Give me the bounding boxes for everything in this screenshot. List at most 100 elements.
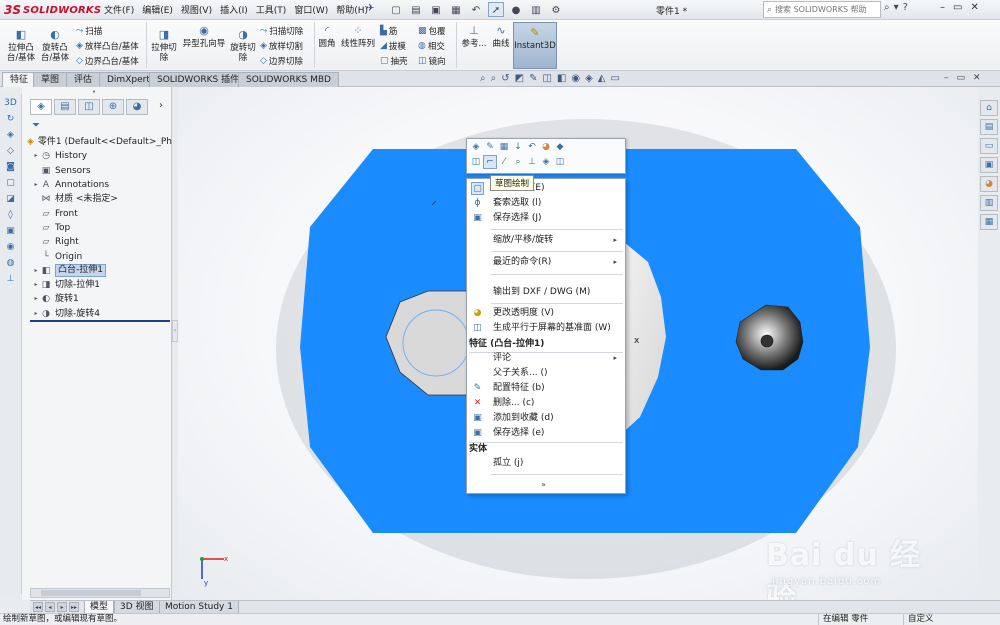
tree-item-boss-extrude1[interactable]: ▸ ◧ 凸台-拉伸1 — [26, 264, 172, 278]
menu-item-transparency[interactable]: ◕ 更改透明度 (V) — [467, 306, 625, 321]
tree-item-material[interactable]: ⋈ 材质 <未指定> — [26, 192, 172, 206]
tab-addins[interactable]: SOLIDWORKS 插件 — [149, 72, 248, 87]
isometric-icon[interactable]: ◫ — [554, 156, 566, 168]
section-icon[interactable]: ◪ — [4, 194, 18, 206]
camera-icon[interactable]: ◙ — [4, 162, 18, 174]
apply-scene-icon[interactable]: ◭ — [598, 73, 606, 84]
intersect-button[interactable]: ◍ 相交 — [418, 40, 445, 52]
panel-grip[interactable]: • — [92, 88, 96, 96]
tree-item-sensors[interactable]: ▣ Sensors — [26, 164, 172, 178]
reference-icon[interactable]: ⊥ — [4, 274, 18, 286]
expand-icon[interactable]: ▸ — [32, 149, 40, 163]
light-icon[interactable]: ◇ — [4, 146, 18, 158]
file-explorer-icon[interactable]: ▭ — [980, 138, 998, 154]
boundary-cut-button[interactable]: ◇ 边界切除 — [260, 55, 303, 67]
measure-icon[interactable]: ◊ — [4, 210, 18, 222]
cube-icon[interactable]: ◈ — [4, 130, 18, 142]
mass-icon[interactable]: ▣ — [4, 226, 18, 238]
menu-item-configure-feature[interactable]: ✎ 配置特征 (b) — [467, 381, 625, 396]
configuration-manager-tab-icon[interactable]: ◫ — [78, 99, 100, 115]
rollback-icon[interactable]: ↓ — [512, 141, 524, 153]
hide-icon[interactable]: ⁄ — [498, 156, 510, 168]
rollback-bar[interactable] — [30, 320, 170, 322]
property-manager-tab-icon[interactable]: ▤ — [54, 99, 76, 115]
rib-button[interactable]: ▙ 筋 — [380, 25, 397, 37]
dropdown-arrow-icon[interactable]: ▾ — [894, 2, 899, 13]
help-question-icon[interactable]: ? — [903, 2, 908, 13]
undo-icon[interactable]: ↶ — [468, 2, 484, 17]
previous-view-icon[interactable]: ↺ — [501, 73, 509, 84]
new-document-icon[interactable]: ▢ — [388, 2, 404, 17]
expand-icon[interactable]: ▸ — [32, 292, 40, 306]
file-properties-icon[interactable]: ▥ — [528, 2, 544, 17]
sweep-button[interactable]: ⤳ 扫描 — [76, 25, 102, 37]
expand-icon[interactable]: ▸ — [32, 178, 40, 192]
tree-item-history[interactable]: ▸ ◷ History — [26, 149, 172, 163]
curves-button[interactable]: ∿ 曲线 — [490, 24, 512, 49]
scroll-thumb[interactable] — [41, 590, 141, 596]
minimize-icon[interactable]: – — [940, 2, 945, 13]
hide-show-icon[interactable]: ◉ — [571, 73, 580, 84]
menu-item-parent-child[interactable]: 父子关系... () — [467, 366, 625, 381]
menu-item-zoom-pan-rotate[interactable]: 缩放/平移/旋转 ▸ — [467, 233, 625, 248]
menu-item-save-selection[interactable]: ▣ 保存选择 (J) — [467, 211, 625, 226]
linear-pattern-button[interactable]: ⁘ 线性阵列 — [340, 24, 376, 49]
sketch-icon[interactable]: ⌐ — [483, 155, 497, 169]
last-tab-icon[interactable]: ▸▸ — [69, 602, 79, 612]
menu-item-parallel-plane[interactable]: ◫ 生成平行于屏幕的基准面 (W) — [467, 321, 625, 336]
tree-item-front-plane[interactable]: ▱ Front — [26, 206, 172, 220]
menu-insert[interactable]: 插入(I) — [220, 3, 248, 16]
menu-view[interactable]: 视图(V) — [181, 3, 212, 16]
dimxpert-manager-tab-icon[interactable]: ⊕ — [102, 99, 124, 115]
axis-icon[interactable]: ⊥ — [526, 156, 538, 168]
search-magnifier-icon[interactable]: ⌕ — [884, 2, 890, 13]
appearance-icon[interactable]: ◉ — [4, 242, 18, 254]
extrude-cut-button[interactable]: ◨ 拉伸切 除 — [150, 28, 178, 63]
menu-file[interactable]: 文件(F) — [104, 3, 134, 16]
design-library-icon[interactable]: ▤ — [980, 119, 998, 135]
view-cube-icon[interactable]: ◈ — [540, 156, 552, 168]
tree-item-origin[interactable]: └ Origin — [26, 249, 172, 263]
sweep-cut-button[interactable]: ⤳ 扫描切除 — [260, 25, 303, 37]
menu-item-add-favorites[interactable]: ▣ 添加到收藏 (d) — [467, 411, 625, 426]
save-icon[interactable]: ▣ — [428, 2, 444, 17]
undo-icon[interactable]: ↶ — [526, 141, 538, 153]
display-manager-tab-icon[interactable]: ◕ — [126, 99, 148, 115]
menu-item-recent-commands[interactable]: 最近的命令(R) ▸ — [467, 255, 625, 270]
tree-root[interactable]: ◈ 零件1 (Default<<Default>_Ph — [26, 135, 172, 149]
hole-wizard-button[interactable]: ◉ 异型孔向导 — [181, 24, 227, 49]
tree-item-cut-extrude1[interactable]: ▸ ◨ 切除-拉伸1 — [26, 278, 172, 292]
rotate-icon[interactable]: ↻ — [4, 114, 18, 126]
doc-minimize-icon[interactable]: – — [944, 73, 949, 83]
open-folder-icon[interactable]: ▤ — [408, 2, 424, 17]
menu-edit[interactable]: 编辑(E) — [142, 3, 173, 16]
fillet-button[interactable]: ◜ 圆角 — [316, 24, 338, 49]
normal-to-icon[interactable]: ◫ — [470, 156, 482, 168]
tree-item-right-plane[interactable]: ▱ Right — [26, 235, 172, 249]
filter-icon[interactable]: ⏷ — [32, 120, 40, 131]
menu-item-comment[interactable]: 评论 ▸ — [467, 351, 625, 366]
edit-sketch-icon[interactable]: ✎ — [484, 141, 496, 153]
draft-button[interactable]: ◢ 拔模 — [380, 40, 406, 52]
edit-feature-icon[interactable]: ◈ — [470, 141, 482, 153]
chevron-right-icon[interactable]: › — [150, 99, 172, 115]
mirror-button[interactable]: ◫ 镜向 — [418, 55, 446, 67]
tab-sketch[interactable]: 草图 — [33, 72, 68, 87]
zoom-to-fit-icon[interactable]: ⌕ — [480, 73, 486, 84]
tree-item-top-plane[interactable]: ▱ Top — [26, 221, 172, 235]
decal-icon[interactable]: ◍ — [4, 258, 18, 270]
search-input[interactable] — [775, 5, 876, 14]
tree-item-annotations[interactable]: ▸ A Annotations — [26, 178, 172, 192]
solidworks-logo[interactable]: 3S SOLIDWORKS — [4, 2, 101, 18]
display-icon[interactable]: ▢ — [4, 178, 18, 190]
doc-restore-icon[interactable]: ▭ — [957, 73, 966, 83]
menu-item-lasso[interactable]: ϕ 套索选取 (l) — [467, 196, 625, 211]
menu-item-delete[interactable]: ✕ 删除... (c) — [467, 396, 625, 411]
view-settings-icon[interactable]: ▭ — [611, 73, 620, 84]
suppress-icon[interactable]: ▦ — [498, 141, 510, 153]
tab-evaluate[interactable]: 评估 — [66, 72, 101, 87]
expand-icon[interactable]: ▸ — [32, 264, 40, 278]
render-icon[interactable]: ◆ — [554, 141, 566, 153]
shell-button[interactable]: ▢ 抽壳 — [380, 55, 408, 67]
view-palette-icon[interactable]: ▣ — [980, 157, 998, 173]
